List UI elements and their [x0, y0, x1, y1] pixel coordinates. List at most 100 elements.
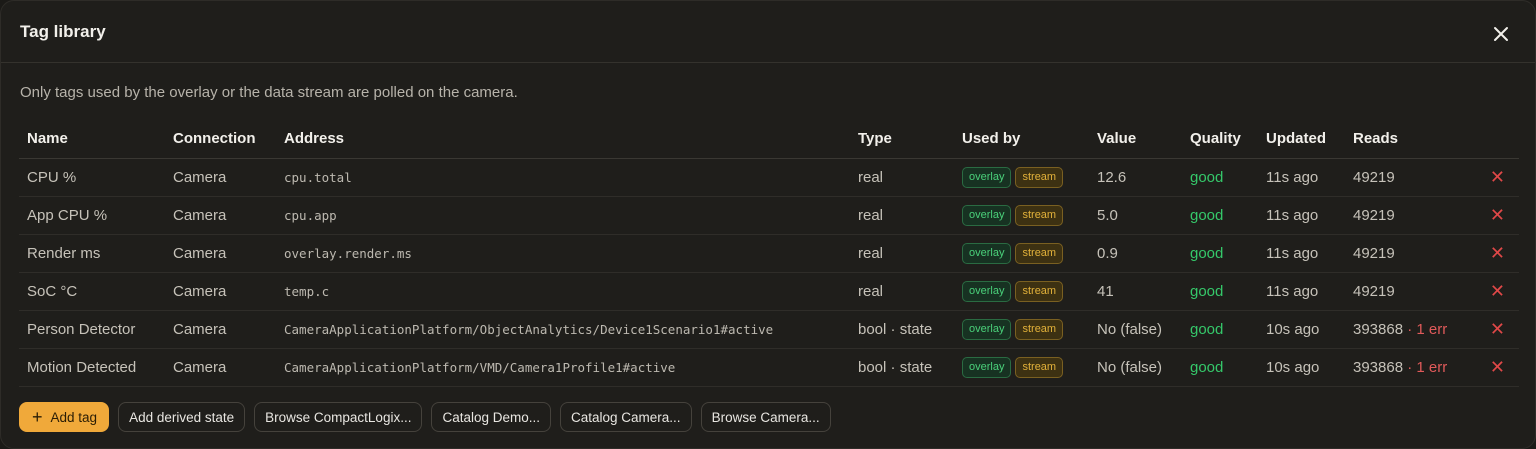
- delete-icon[interactable]: ✕: [1490, 243, 1505, 263]
- tag-updated: 11s ago: [1258, 234, 1345, 273]
- tag-used-by: overlay stream: [954, 310, 1089, 349]
- tag-reads: 49219: [1345, 272, 1479, 311]
- tag-updated: 11s ago: [1258, 196, 1345, 235]
- tag-connection: Camera: [165, 310, 276, 349]
- dialog-title: Tag library: [20, 22, 106, 41]
- reads-count: 49219: [1353, 207, 1395, 224]
- overlay-badge: overlay: [962, 243, 1012, 264]
- tag-value: 12.6: [1089, 158, 1182, 197]
- stream-badge: stream: [1015, 167, 1064, 188]
- tag-connection: Camera: [165, 234, 276, 273]
- tag-reads: 393868 · 1 err: [1345, 348, 1479, 387]
- table-row: Motion Detected Camera CameraApplicationPl…: [19, 348, 1519, 387]
- tag-connection: Camera: [165, 348, 276, 387]
- tag-used-by: overlay stream: [954, 158, 1089, 197]
- tag-used-by: overlay stream: [954, 272, 1089, 311]
- tag-value: 41: [1089, 272, 1182, 311]
- catalog-camera-button[interactable]: Catalog Camera...: [560, 402, 692, 432]
- tag-quality: good: [1182, 196, 1258, 235]
- tag-address: cpu.total: [276, 158, 850, 197]
- browse-compactlogix-button[interactable]: Browse CompactLogix...: [254, 402, 423, 432]
- col-used-by: Used by: [954, 119, 1089, 159]
- tag-reads: 49219: [1345, 234, 1479, 273]
- tag-used-by: overlay stream: [954, 196, 1089, 235]
- plus-icon: +: [32, 407, 43, 427]
- stream-badge: stream: [1015, 243, 1064, 264]
- tag-connection: Camera: [165, 272, 276, 311]
- overlay-badge: overlay: [962, 281, 1012, 302]
- tag-type: bool · state: [850, 348, 954, 387]
- reads-count: 393868: [1353, 359, 1404, 376]
- tag-address: overlay.render.ms: [276, 234, 850, 273]
- col-type: Type: [850, 119, 954, 159]
- dialog-description: Only tags used by the overlay or the dat…: [20, 84, 518, 101]
- tag-quality: good: [1182, 348, 1258, 387]
- col-quality: Quality: [1182, 119, 1258, 159]
- overlay-badge: overlay: [962, 205, 1012, 226]
- col-actions: [1479, 119, 1519, 159]
- tag-name: Render ms: [19, 234, 165, 273]
- stream-badge: stream: [1015, 281, 1064, 302]
- tag-address: CameraApplicationPlatform/VMD/Camera1Pro…: [276, 348, 850, 387]
- stream-badge: stream: [1015, 357, 1064, 378]
- tag-name: Person Detector: [19, 310, 165, 349]
- reads-count: 49219: [1353, 169, 1395, 186]
- table-row: Render ms Camera overlay.render.ms real over…: [19, 234, 1519, 273]
- delete-icon[interactable]: ✕: [1490, 357, 1505, 377]
- browse-camera-button[interactable]: Browse Camera...: [700, 402, 831, 432]
- tag-reads: 49219: [1345, 158, 1479, 197]
- table-row: Person Detector Camera CameraApplicationPl…: [19, 310, 1519, 349]
- reads-errors: · 1 err: [1403, 359, 1448, 376]
- delete-icon[interactable]: ✕: [1490, 167, 1505, 187]
- tag-name: CPU %: [19, 158, 165, 197]
- tag-type: real: [850, 234, 954, 273]
- tag-quality: good: [1182, 158, 1258, 197]
- close-icon[interactable]: [1493, 26, 1509, 42]
- tag-reads: 393868 · 1 err: [1345, 310, 1479, 349]
- tag-updated: 10s ago: [1258, 348, 1345, 387]
- tag-quality: good: [1182, 272, 1258, 311]
- tag-connection: Camera: [165, 158, 276, 197]
- tag-quality: good: [1182, 310, 1258, 349]
- add-derived-state-button[interactable]: Add derived state: [118, 402, 246, 432]
- tag-library-dialog: Tag library Only tags used by the overla…: [0, 0, 1536, 449]
- delete-icon[interactable]: ✕: [1490, 319, 1505, 339]
- delete-icon[interactable]: ✕: [1490, 205, 1505, 225]
- tag-address: CameraApplicationPlatform/ObjectAnalytic…: [276, 310, 850, 349]
- tag-type: real: [850, 196, 954, 235]
- dialog-header: Tag library: [1, 1, 1535, 63]
- col-address: Address: [276, 119, 850, 159]
- tag-used-by: overlay stream: [954, 348, 1089, 387]
- tag-address: temp.c: [276, 272, 850, 311]
- tag-updated: 10s ago: [1258, 310, 1345, 349]
- catalog-demo-button[interactable]: Catalog Demo...: [431, 402, 551, 432]
- add-tag-button[interactable]: + Add tag: [19, 402, 110, 432]
- col-reads: Reads: [1345, 119, 1479, 159]
- tag-quality: good: [1182, 234, 1258, 273]
- table-row: SoC °C Camera temp.c real overlay stream 41 goo…: [19, 272, 1519, 311]
- delete-icon[interactable]: ✕: [1490, 281, 1505, 301]
- tag-name: App CPU %: [19, 196, 165, 235]
- overlay-badge: overlay: [962, 357, 1012, 378]
- tag-value: 5.0: [1089, 196, 1182, 235]
- tag-updated: 11s ago: [1258, 158, 1345, 197]
- tag-type: bool · state: [850, 310, 954, 349]
- col-name: Name: [19, 119, 165, 159]
- tag-used-by: overlay stream: [954, 234, 1089, 273]
- overlay-badge: overlay: [962, 167, 1012, 188]
- tag-value: No (false): [1089, 310, 1182, 349]
- tag-type: real: [850, 158, 954, 197]
- add-tag-label: Add tag: [50, 409, 98, 425]
- stream-badge: stream: [1015, 205, 1064, 226]
- tag-reads: 49219: [1345, 196, 1479, 235]
- table-header-row: Name Connection Address Type Used by Val…: [19, 119, 1519, 159]
- tag-address: cpu.app: [276, 196, 850, 235]
- table-row: CPU % Camera cpu.total real overlay stream 12.…: [19, 158, 1519, 197]
- tag-type: real: [850, 272, 954, 311]
- reads-count: 49219: [1353, 283, 1395, 300]
- reads-errors: · 1 err: [1403, 321, 1448, 338]
- tag-connection: Camera: [165, 196, 276, 235]
- tag-updated: 11s ago: [1258, 272, 1345, 311]
- table-row: App CPU % Camera cpu.app real overlay stream 5…: [19, 196, 1519, 235]
- tag-value: No (false): [1089, 348, 1182, 387]
